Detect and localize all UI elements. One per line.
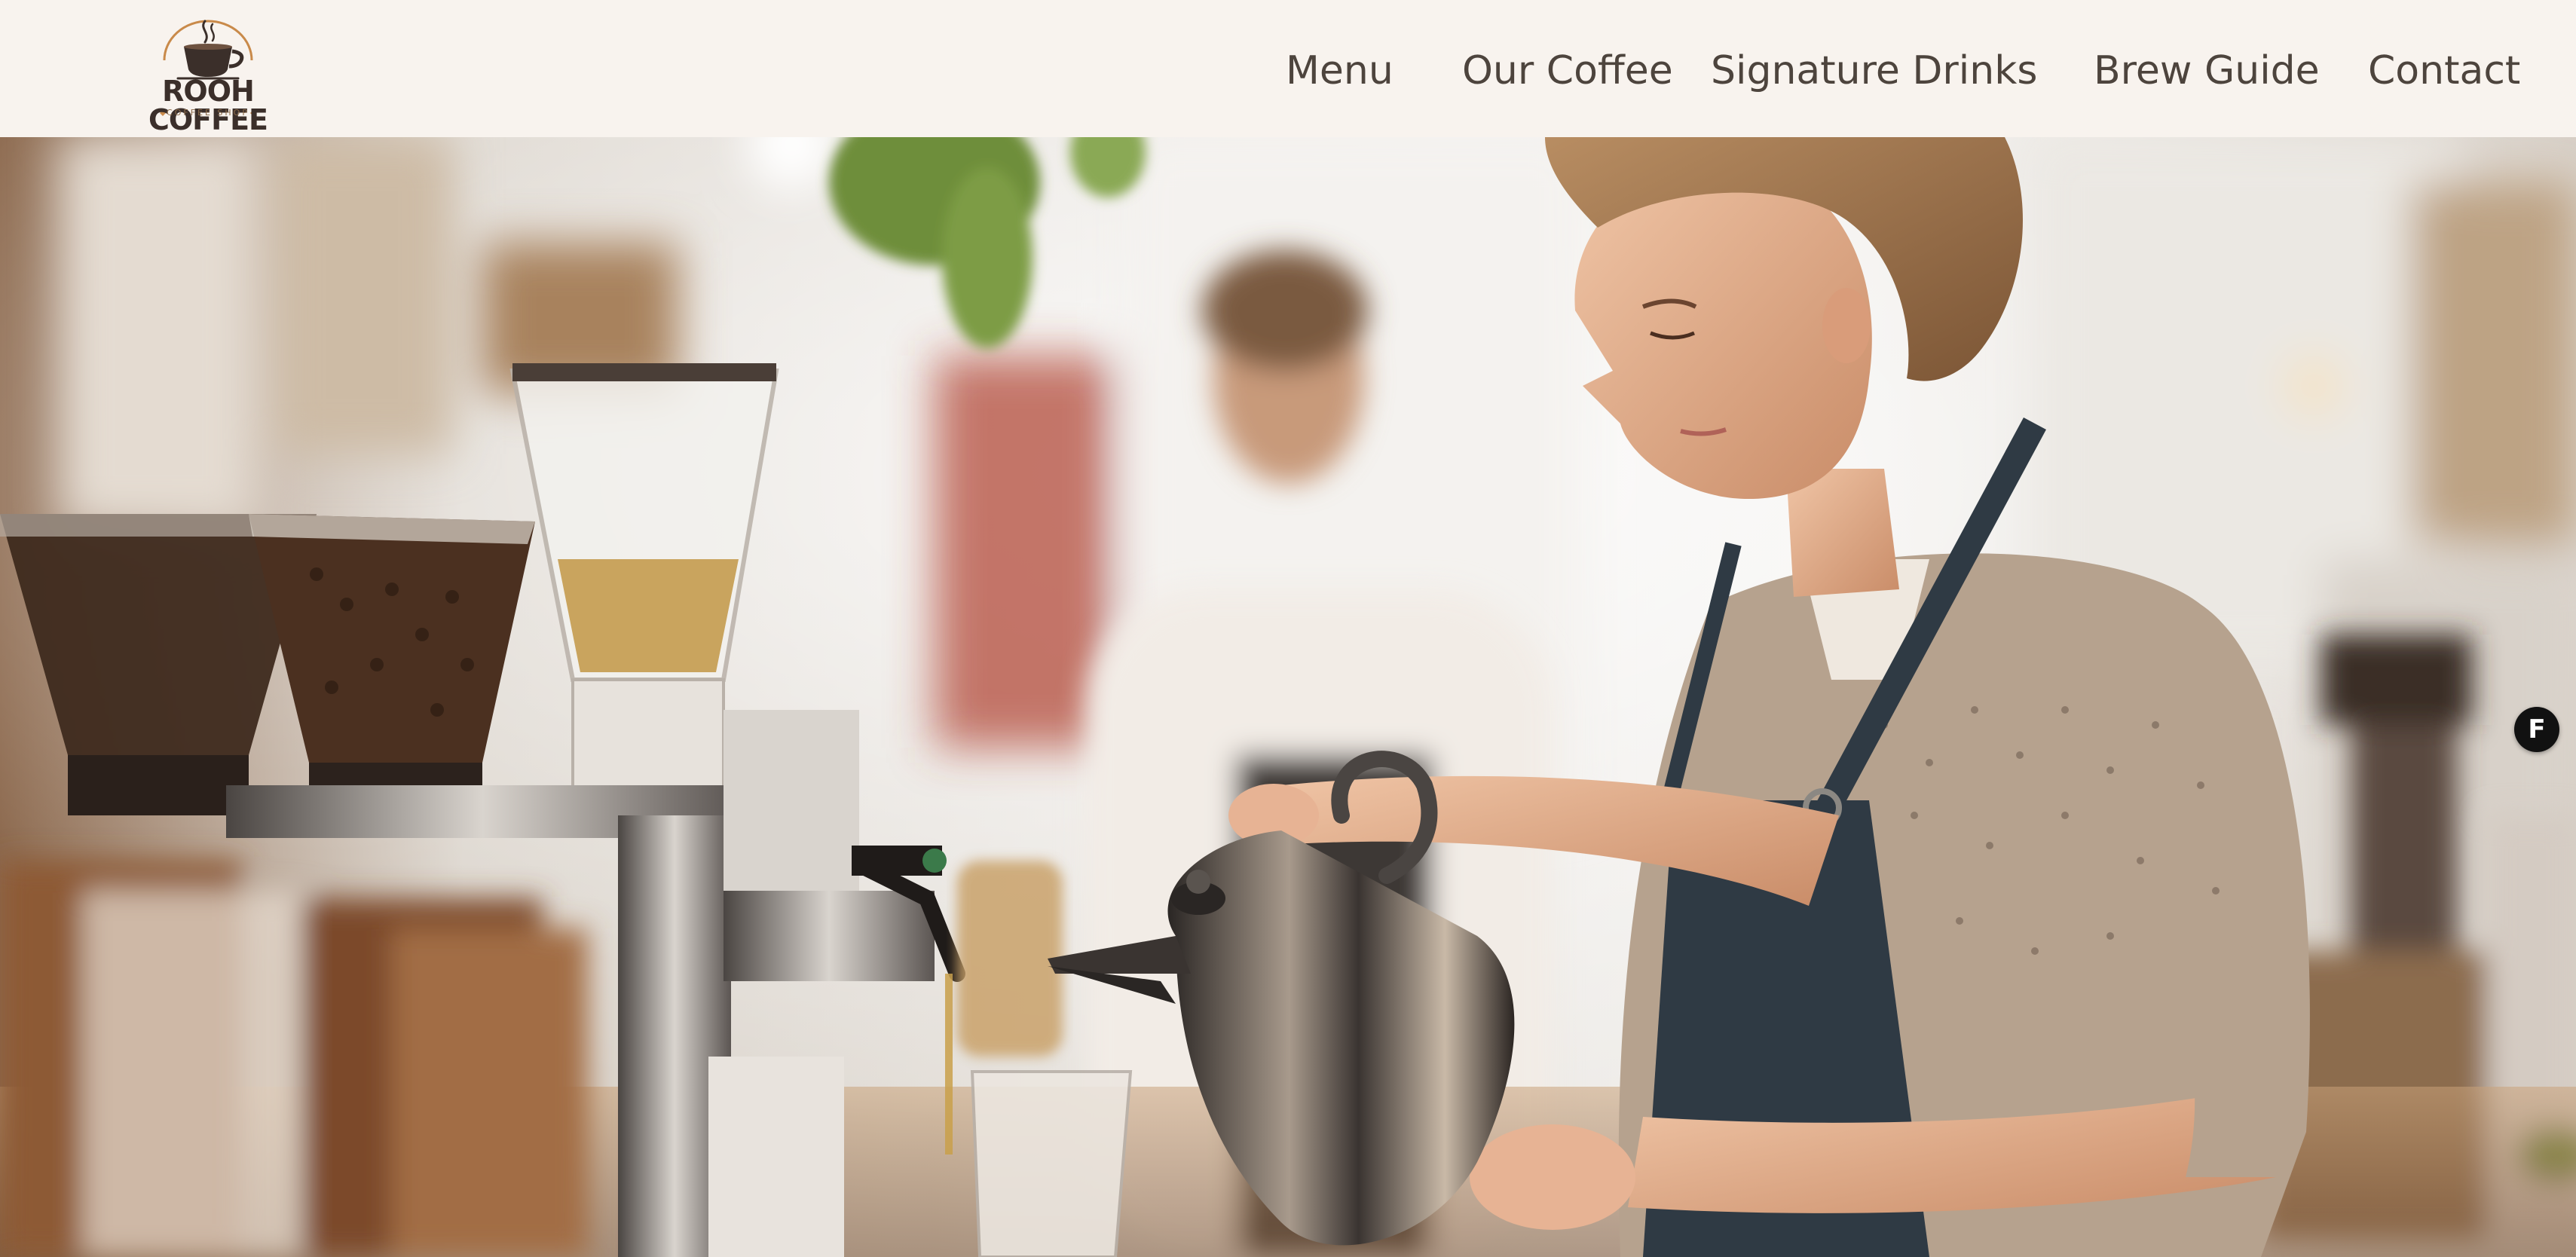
framer-icon[interactable]: F <box>2514 707 2559 752</box>
site-header: ROOH COFFEE COFFEE SHOP Menu Our Coffee … <box>0 0 2576 137</box>
nav-item-contact[interactable]: Contact <box>2368 44 2520 98</box>
nav-item-menu[interactable]: Menu <box>1286 44 1394 98</box>
nav-item-our-coffee[interactable]: Our Coffee <box>1462 44 1673 98</box>
nav-item-signature-drinks[interactable]: Signature Drinks <box>1711 44 2037 98</box>
barista-photo <box>0 137 2576 1257</box>
nav-item-brew-guide[interactable]: Brew Guide <box>2094 44 2320 98</box>
main-nav: Menu Our Coffee Signature Drinks Brew Gu… <box>0 0 2576 137</box>
hero-image <box>0 137 2576 1257</box>
